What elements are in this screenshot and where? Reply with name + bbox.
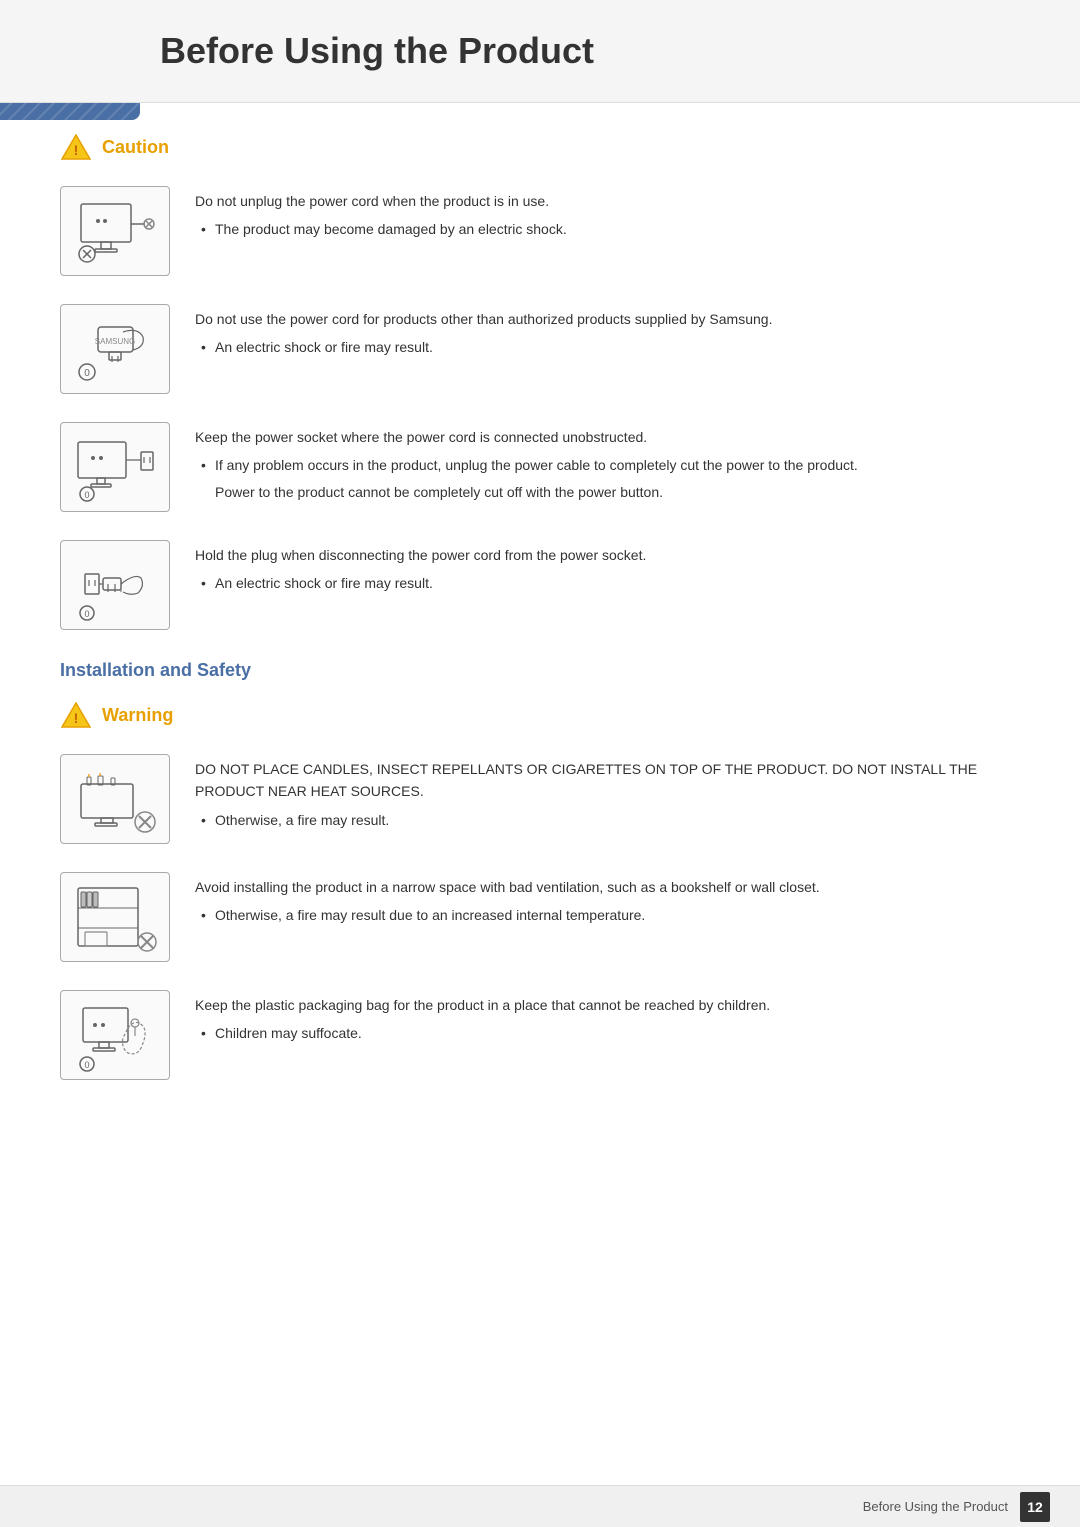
warning-main-text-3: Keep the plastic packaging bag for the p… — [195, 994, 1020, 1016]
caution-bullet-3-0: If any problem occurs in the product, un… — [195, 454, 1020, 476]
warning-bullet-2-0: Otherwise, a fire may result due to an i… — [195, 904, 1020, 926]
warning-illus-1 — [60, 754, 170, 844]
warning-header: ! Warning — [60, 701, 1020, 729]
caution-bullets-3: If any problem occurs in the product, un… — [195, 454, 1020, 476]
svg-text:!: ! — [74, 710, 79, 726]
warning-bullets-1: Otherwise, a fire may result. — [195, 809, 1020, 831]
svg-text:0: 0 — [84, 368, 90, 379]
installation-section-heading: Installation and Safety — [60, 660, 1020, 681]
footer-text: Before Using the Product — [863, 1499, 1008, 1514]
caution-sub-text-3: Power to the product cannot be completel… — [195, 481, 1020, 503]
page-header: Before Using the Product — [0, 0, 1080, 103]
warning-text-3: Keep the plastic packaging bag for the p… — [195, 990, 1020, 1049]
warning-triangle-icon: ! — [60, 701, 92, 729]
caution-main-text-4: Hold the plug when disconnecting the pow… — [195, 544, 1020, 566]
main-content: ! Caution — [0, 103, 1080, 1138]
svg-text:SAMSUNG: SAMSUNG — [94, 337, 134, 346]
svg-text:0: 0 — [84, 609, 89, 619]
caution-illus-4: 0 — [60, 540, 170, 630]
page-title: Before Using the Product — [160, 20, 1020, 72]
caution-header: ! Caution — [60, 133, 1020, 161]
warning-item-1: DO NOT PLACE CANDLES, INSECT REPELLANTS … — [60, 754, 1020, 844]
caution-illus-3: 0 — [60, 422, 170, 512]
warning-text-2: Avoid installing the product in a narrow… — [195, 872, 1020, 931]
caution-text-4: Hold the plug when disconnecting the pow… — [195, 540, 1020, 599]
caution-label: Caution — [102, 137, 169, 158]
caution-item-3: 0 Keep the power socket where the power … — [60, 422, 1020, 512]
caution-main-text-1: Do not unplug the power cord when the pr… — [195, 190, 1020, 212]
warning-main-text-2: Avoid installing the product in a narrow… — [195, 876, 1020, 898]
warning-illus-3: 0 — [60, 990, 170, 1080]
page-footer: Before Using the Product 12 — [0, 1485, 1080, 1527]
caution-text-3: Keep the power socket where the power co… — [195, 422, 1020, 503]
svg-text:0: 0 — [84, 490, 89, 500]
warning-main-text-1: DO NOT PLACE CANDLES, INSECT REPELLANTS … — [195, 758, 1020, 803]
warning-bullet-1-0: Otherwise, a fire may result. — [195, 809, 1020, 831]
caution-main-text-3: Keep the power socket where the power co… — [195, 426, 1020, 448]
caution-main-text-2: Do not use the power cord for products o… — [195, 308, 1020, 330]
caution-illus-2: SAMSUNG 0 — [60, 304, 170, 394]
warning-item-2: Avoid installing the product in a narrow… — [60, 872, 1020, 962]
caution-bullets-2: An electric shock or fire may result. — [195, 336, 1020, 358]
caution-bullet-2-0: An electric shock or fire may result. — [195, 336, 1020, 358]
footer-page-number: 12 — [1020, 1492, 1050, 1522]
caution-item-1: Do not unplug the power cord when the pr… — [60, 186, 1020, 276]
svg-text:0: 0 — [84, 1060, 89, 1070]
caution-text-1: Do not unplug the power cord when the pr… — [195, 186, 1020, 245]
caution-text-2: Do not use the power cord for products o… — [195, 304, 1020, 363]
svg-text:!: ! — [74, 142, 79, 158]
warning-bullets-2: Otherwise, a fire may result due to an i… — [195, 904, 1020, 926]
caution-bullets-4: An electric shock or fire may result. — [195, 572, 1020, 594]
warning-bullet-3-0: Children may suffocate. — [195, 1022, 1020, 1044]
warning-item-3: 0 Keep the plastic packaging bag for the… — [60, 990, 1020, 1080]
warning-text-1: DO NOT PLACE CANDLES, INSECT REPELLANTS … — [195, 754, 1020, 835]
caution-item-2: SAMSUNG 0 Do not use the power cord for … — [60, 304, 1020, 394]
caution-triangle-icon: ! — [60, 133, 92, 161]
warning-label: Warning — [102, 705, 173, 726]
warning-illus-2 — [60, 872, 170, 962]
warning-bullets-3: Children may suffocate. — [195, 1022, 1020, 1044]
caution-bullet-1-0: The product may become damaged by an ele… — [195, 218, 1020, 240]
caution-illus-1 — [60, 186, 170, 276]
caution-item-4: 0 Hold the plug when disconnecting the p… — [60, 540, 1020, 630]
caution-bullet-4-0: An electric shock or fire may result. — [195, 572, 1020, 594]
caution-bullets-1: The product may become damaged by an ele… — [195, 218, 1020, 240]
